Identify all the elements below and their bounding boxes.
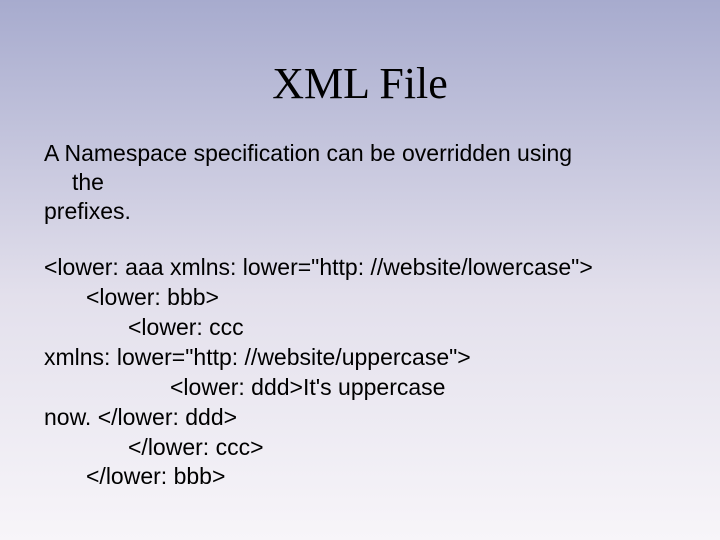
code-line: now. </lower: ddd> <box>44 403 676 433</box>
code-line: <lower: bbb> <box>44 283 676 313</box>
slide: XML File A Namespace specification can b… <box>0 0 720 540</box>
intro-line: A Namespace specification can be overrid… <box>44 139 676 168</box>
code-block: <lower: aaa xmlns: lower="http: //websit… <box>44 253 676 492</box>
slide-title: XML File <box>0 0 720 139</box>
slide-body: A Namespace specification can be overrid… <box>0 139 720 492</box>
intro-paragraph: A Namespace specification can be overrid… <box>44 139 676 225</box>
code-line: xmlns: lower="http: //website/uppercase"… <box>44 343 676 373</box>
code-line: <lower: ddd>It's uppercase <box>44 373 676 403</box>
code-line: </lower: bbb> <box>44 462 676 492</box>
code-line: <lower: ccc <box>44 313 676 343</box>
intro-line: prefixes. <box>44 197 676 226</box>
intro-line: the <box>44 168 676 197</box>
code-line: <lower: aaa xmlns: lower="http: //websit… <box>44 253 676 283</box>
code-line: </lower: ccc> <box>44 433 676 463</box>
